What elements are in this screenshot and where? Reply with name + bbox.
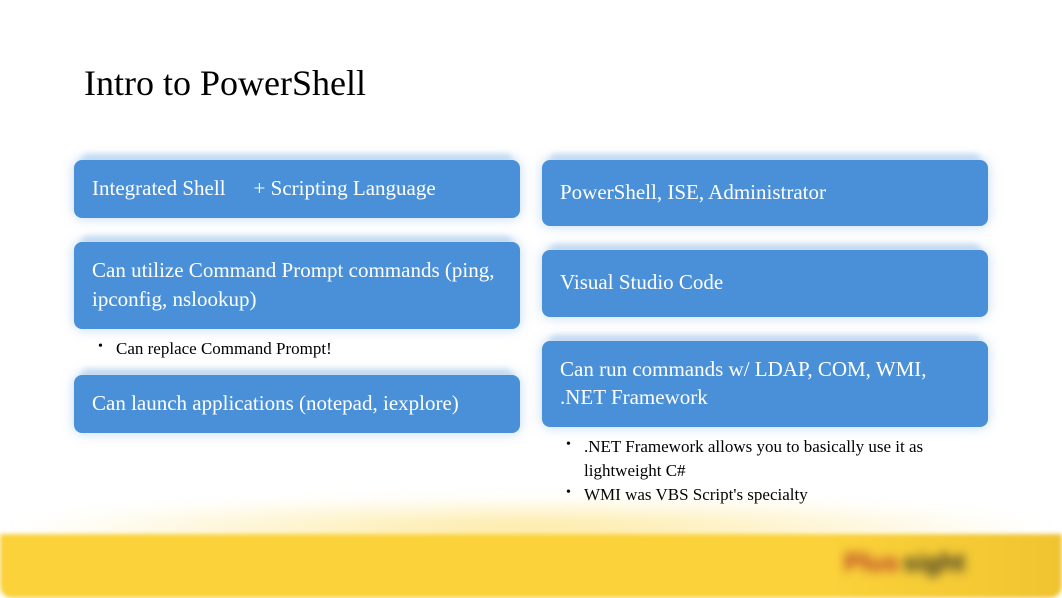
card-command-prompt: Can utilize Command Prompt commands (pin… — [74, 242, 520, 329]
bullets-frameworks: .NET Framework allows you to basically u… — [566, 435, 988, 506]
logo-part-dark: sight — [903, 547, 965, 578]
card-powershell-ise: PowerShell, ISE, Administrator — [542, 160, 988, 226]
card-ldap-com: Can run commands w/ LDAP, COM, WMI, .NET… — [542, 341, 988, 428]
card-vscode: Visual Studio Code — [542, 250, 988, 316]
card-text-part2: + Scripting Language — [254, 176, 436, 200]
right-column: PowerShell, ISE, Administrator Visual St… — [542, 160, 988, 507]
card-launch-apps: Can launch applications (notepad, iexplo… — [74, 375, 520, 433]
footer-logo: Plus sight — [844, 540, 1034, 584]
left-column: Integrated Shell + Scripting Language Can… — [74, 160, 520, 507]
page-title: Intro to PowerShell — [84, 62, 366, 104]
content-columns: Integrated Shell + Scripting Language Can… — [74, 160, 988, 507]
bullet-item: Can replace Command Prompt! — [98, 337, 520, 361]
bullet-item: .NET Framework allows you to basically u… — [566, 435, 988, 483]
bullets-command-prompt: Can replace Command Prompt! — [98, 337, 520, 361]
card-text-part1: Integrated Shell — [92, 176, 226, 200]
card-integrated-shell: Integrated Shell + Scripting Language — [74, 160, 520, 218]
logo-part-red: Plus — [844, 547, 899, 578]
